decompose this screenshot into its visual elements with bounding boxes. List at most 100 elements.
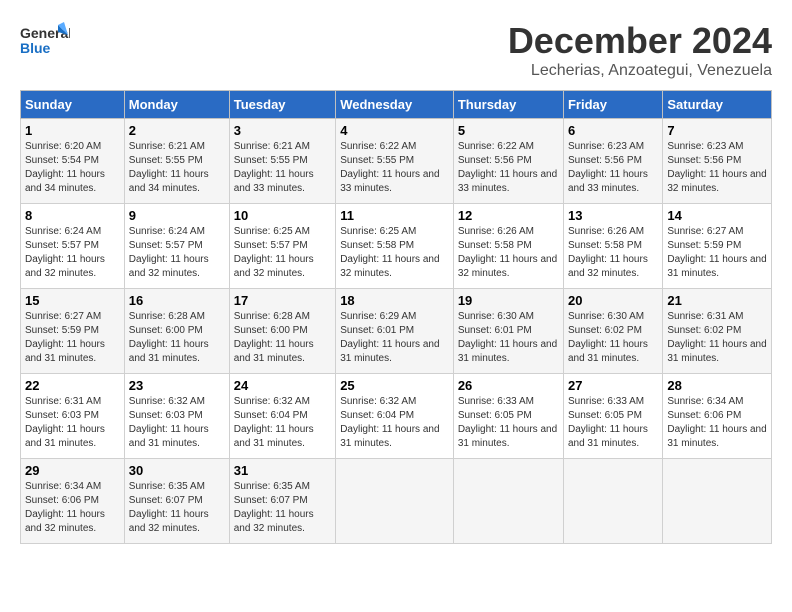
day-info: Sunrise: 6:32 AM Sunset: 6:04 PM Dayligh… [340,395,449,451]
daylight-label: Daylight: 11 hours and 31 minutes. [25,424,105,449]
calendar-cell [336,459,454,544]
sunset-label: Sunset: 5:56 PM [458,155,532,166]
day-number: 24 [234,378,331,393]
day-info: Sunrise: 6:22 AM Sunset: 5:55 PM Dayligh… [340,140,449,196]
sunrise-label: Sunrise: 6:23 AM [568,141,644,152]
logo: General Blue [20,20,70,70]
sunrise-label: Sunrise: 6:20 AM [25,141,101,152]
sunset-label: Sunset: 5:59 PM [667,240,741,251]
sunrise-label: Sunrise: 6:28 AM [129,311,205,322]
sunrise-label: Sunrise: 6:26 AM [458,226,534,237]
calendar-cell: 9 Sunrise: 6:24 AM Sunset: 5:57 PM Dayli… [124,204,229,289]
sunset-label: Sunset: 6:07 PM [234,495,308,506]
daylight-label: Daylight: 11 hours and 33 minutes. [234,169,314,194]
day-number: 16 [129,293,225,308]
day-info: Sunrise: 6:25 AM Sunset: 5:57 PM Dayligh… [234,225,331,281]
sunrise-label: Sunrise: 6:25 AM [234,226,310,237]
sunset-label: Sunset: 5:54 PM [25,155,99,166]
calendar-cell: 26 Sunrise: 6:33 AM Sunset: 6:05 PM Dayl… [453,374,563,459]
sunrise-label: Sunrise: 6:31 AM [25,396,101,407]
calendar-cell: 14 Sunrise: 6:27 AM Sunset: 5:59 PM Dayl… [663,204,772,289]
daylight-label: Daylight: 11 hours and 31 minutes. [667,424,766,449]
daylight-label: Daylight: 11 hours and 32 minutes. [458,254,557,279]
calendar-cell: 16 Sunrise: 6:28 AM Sunset: 6:00 PM Dayl… [124,289,229,374]
sunrise-label: Sunrise: 6:23 AM [667,141,743,152]
sunrise-label: Sunrise: 6:27 AM [25,311,101,322]
sunset-label: Sunset: 5:55 PM [340,155,414,166]
day-info: Sunrise: 6:20 AM Sunset: 5:54 PM Dayligh… [25,140,120,196]
calendar-cell [663,459,772,544]
calendar-cell: 5 Sunrise: 6:22 AM Sunset: 5:56 PM Dayli… [453,119,563,204]
calendar-cell: 21 Sunrise: 6:31 AM Sunset: 6:02 PM Dayl… [663,289,772,374]
calendar-cell: 24 Sunrise: 6:32 AM Sunset: 6:04 PM Dayl… [229,374,335,459]
day-number: 15 [25,293,120,308]
sunset-label: Sunset: 6:03 PM [129,410,203,421]
sunrise-label: Sunrise: 6:24 AM [25,226,101,237]
calendar-cell: 19 Sunrise: 6:30 AM Sunset: 6:01 PM Dayl… [453,289,563,374]
day-info: Sunrise: 6:28 AM Sunset: 6:00 PM Dayligh… [129,310,225,366]
calendar-cell: 6 Sunrise: 6:23 AM Sunset: 5:56 PM Dayli… [563,119,662,204]
header-tuesday: Tuesday [229,91,335,119]
sunrise-label: Sunrise: 6:35 AM [234,481,310,492]
sunrise-label: Sunrise: 6:26 AM [568,226,644,237]
day-number: 11 [340,208,449,223]
day-number: 21 [667,293,767,308]
day-info: Sunrise: 6:31 AM Sunset: 6:03 PM Dayligh… [25,395,120,451]
daylight-label: Daylight: 11 hours and 31 minutes. [340,339,439,364]
day-info: Sunrise: 6:33 AM Sunset: 6:05 PM Dayligh… [458,395,559,451]
sunset-label: Sunset: 5:55 PM [129,155,203,166]
day-number: 9 [129,208,225,223]
sunset-label: Sunset: 6:00 PM [234,325,308,336]
daylight-label: Daylight: 11 hours and 32 minutes. [340,254,439,279]
day-info: Sunrise: 6:35 AM Sunset: 6:07 PM Dayligh… [129,480,225,536]
sunrise-label: Sunrise: 6:24 AM [129,226,205,237]
day-number: 30 [129,463,225,478]
day-info: Sunrise: 6:34 AM Sunset: 6:06 PM Dayligh… [667,395,767,451]
day-number: 3 [234,123,331,138]
day-number: 12 [458,208,559,223]
daylight-label: Daylight: 11 hours and 33 minutes. [458,169,557,194]
calendar-cell: 23 Sunrise: 6:32 AM Sunset: 6:03 PM Dayl… [124,374,229,459]
sunrise-label: Sunrise: 6:22 AM [340,141,416,152]
sunset-label: Sunset: 6:02 PM [667,325,741,336]
sunrise-label: Sunrise: 6:35 AM [129,481,205,492]
daylight-label: Daylight: 11 hours and 31 minutes. [568,339,648,364]
header-monday: Monday [124,91,229,119]
sunset-label: Sunset: 5:56 PM [667,155,741,166]
daylight-label: Daylight: 11 hours and 31 minutes. [129,424,209,449]
calendar-cell: 11 Sunrise: 6:25 AM Sunset: 5:58 PM Dayl… [336,204,454,289]
calendar-cell: 7 Sunrise: 6:23 AM Sunset: 5:56 PM Dayli… [663,119,772,204]
sunrise-label: Sunrise: 6:30 AM [568,311,644,322]
sunset-label: Sunset: 5:57 PM [25,240,99,251]
calendar-cell: 27 Sunrise: 6:33 AM Sunset: 6:05 PM Dayl… [563,374,662,459]
daylight-label: Daylight: 11 hours and 31 minutes. [234,424,314,449]
daylight-label: Daylight: 11 hours and 31 minutes. [340,424,439,449]
day-number: 14 [667,208,767,223]
daylight-label: Daylight: 11 hours and 32 minutes. [667,169,766,194]
sunrise-label: Sunrise: 6:32 AM [234,396,310,407]
header-wednesday: Wednesday [336,91,454,119]
calendar-cell: 1 Sunrise: 6:20 AM Sunset: 5:54 PM Dayli… [21,119,125,204]
sunrise-label: Sunrise: 6:21 AM [129,141,205,152]
sunrise-label: Sunrise: 6:21 AM [234,141,310,152]
day-number: 7 [667,123,767,138]
sunset-label: Sunset: 6:00 PM [129,325,203,336]
calendar-cell: 12 Sunrise: 6:26 AM Sunset: 5:58 PM Dayl… [453,204,563,289]
daylight-label: Daylight: 11 hours and 31 minutes. [25,339,105,364]
daylight-label: Daylight: 11 hours and 31 minutes. [568,424,648,449]
daylight-label: Daylight: 11 hours and 32 minutes. [234,254,314,279]
sunrise-label: Sunrise: 6:34 AM [667,396,743,407]
daylight-label: Daylight: 11 hours and 34 minutes. [129,169,209,194]
calendar-cell: 3 Sunrise: 6:21 AM Sunset: 5:55 PM Dayli… [229,119,335,204]
sunrise-label: Sunrise: 6:29 AM [340,311,416,322]
calendar-week-5: 29 Sunrise: 6:34 AM Sunset: 6:06 PM Dayl… [21,459,772,544]
day-info: Sunrise: 6:30 AM Sunset: 6:02 PM Dayligh… [568,310,658,366]
sunrise-label: Sunrise: 6:27 AM [667,226,743,237]
sunset-label: Sunset: 6:05 PM [458,410,532,421]
day-number: 4 [340,123,449,138]
day-info: Sunrise: 6:21 AM Sunset: 5:55 PM Dayligh… [129,140,225,196]
day-info: Sunrise: 6:26 AM Sunset: 5:58 PM Dayligh… [568,225,658,281]
day-info: Sunrise: 6:29 AM Sunset: 6:01 PM Dayligh… [340,310,449,366]
sunset-label: Sunset: 6:01 PM [340,325,414,336]
day-number: 25 [340,378,449,393]
